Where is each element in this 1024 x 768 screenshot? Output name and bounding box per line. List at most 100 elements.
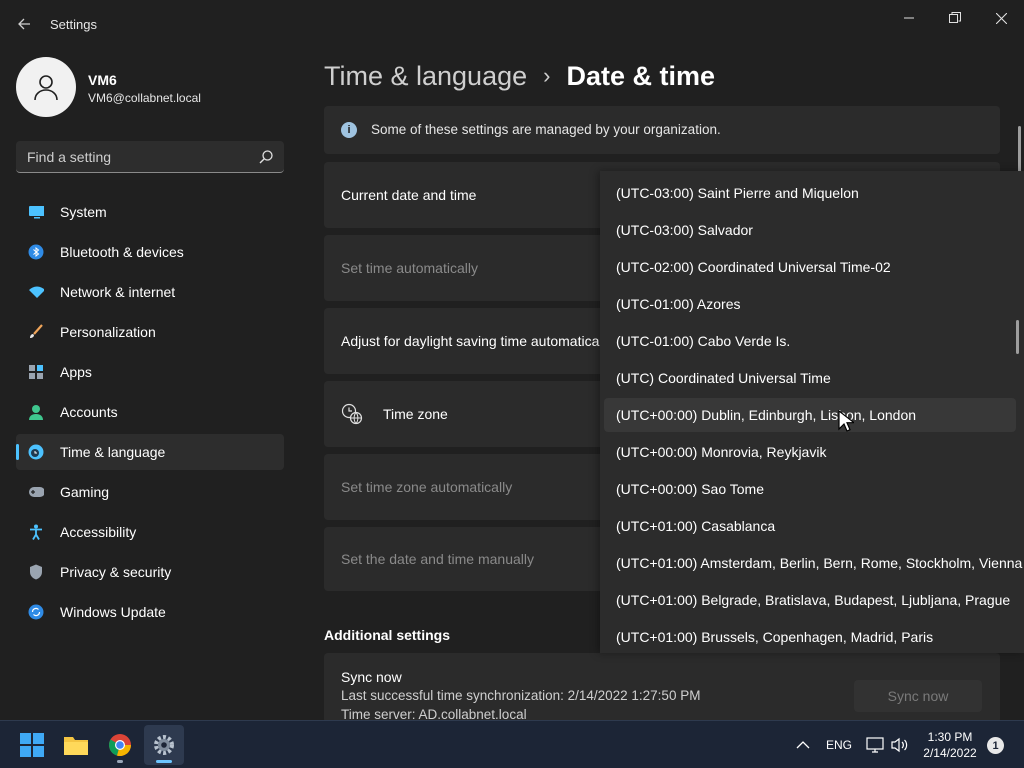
sidebar-item-network[interactable]: Network & internet (16, 274, 284, 310)
search-input[interactable] (16, 141, 252, 172)
clock-time: 1:30 PM (927, 730, 973, 744)
restore-icon (949, 12, 961, 23)
additional-settings-heading: Additional settings (324, 627, 450, 643)
time-zone-label: Time zone (383, 406, 448, 422)
input-language-indicator[interactable]: ENG (826, 738, 852, 752)
set-time-zone-automatically-label: Set time zone automatically (341, 479, 513, 495)
app-title: Settings (50, 17, 97, 32)
accessibility-icon (28, 524, 44, 540)
search-box[interactable] (16, 141, 284, 173)
bluetooth-icon (28, 244, 44, 260)
sidebar-item-gaming[interactable]: Gaming (16, 474, 284, 510)
time-zone-option-hovered[interactable]: (UTC+00:00) Dublin, Edinburgh, Lisbon, L… (604, 398, 1016, 432)
daylight-saving-label: Adjust for daylight saving time automati… (341, 333, 613, 349)
sidebar-item-label: Network & internet (60, 284, 176, 300)
sidebar-item-label: Accessibility (60, 524, 137, 540)
minimize-icon (904, 17, 914, 19)
managed-info-bar: i Some of these settings are managed by … (324, 106, 1000, 154)
sidebar-item-label: Apps (60, 364, 92, 380)
time-zone-option[interactable]: (UTC+00:00) Monrovia, Reykjavik (604, 435, 1016, 469)
time-zone-option[interactable]: (UTC-03:00) Salvador (604, 213, 1016, 247)
settings-icon (154, 735, 174, 755)
taskbar: ENG 1:30 PM 2/14/2022 1 (0, 720, 1024, 768)
time-zone-option[interactable]: (UTC-02:00) Coordinated Universal Time-0… (604, 250, 1016, 284)
user-email: VM6@collabnet.local (88, 91, 201, 105)
chevron-up-icon (796, 741, 810, 749)
sidebar-item-system[interactable]: System (16, 194, 284, 230)
minimize-button[interactable] (886, 4, 932, 32)
file-explorer-icon (64, 737, 88, 755)
time-zone-option[interactable]: (UTC-01:00) Azores (604, 287, 1016, 321)
sidebar-item-label: Personalization (60, 324, 156, 340)
clock-date: 2/14/2022 (923, 746, 977, 760)
update-icon (28, 604, 44, 620)
sync-now-title: Sync now (341, 669, 402, 685)
sidebar-item-accessibility[interactable]: Accessibility (16, 514, 284, 550)
system-icon (28, 204, 44, 220)
time-zone-icon (341, 403, 363, 425)
sidebar-item-privacy[interactable]: Privacy & security (16, 554, 284, 590)
user-name: VM6 (88, 72, 117, 88)
breadcrumb-parent[interactable]: Time & language (324, 61, 527, 92)
maximize-button[interactable] (932, 4, 978, 32)
sync-now-button[interactable]: Sync now (854, 680, 982, 712)
time-zone-option[interactable]: (UTC-03:00) Saint Pierre and Miquelon (604, 176, 1016, 210)
accounts-icon (28, 404, 44, 420)
managed-info-text: Some of these settings are managed by yo… (371, 122, 721, 137)
settings-button[interactable] (144, 725, 184, 765)
time-zone-dropdown-list[interactable]: (UTC-03:00) Saint Pierre and Miquelon (U… (600, 171, 1024, 653)
time-language-icon (28, 444, 44, 460)
sync-now-card: Sync now Last successful time synchroniz… (324, 653, 1000, 723)
time-zone-option[interactable]: (UTC+01:00) Brussels, Copenhagen, Madrid… (604, 620, 1016, 653)
time-zone-option[interactable]: (UTC-01:00) Cabo Verde Is. (604, 324, 1016, 358)
notification-badge[interactable]: 1 (987, 737, 1004, 754)
speaker-icon (891, 737, 908, 753)
main-scrollbar[interactable] (1018, 126, 1021, 172)
sidebar-item-label: Privacy & security (60, 564, 172, 580)
clock[interactable]: 1:30 PM 2/14/2022 (916, 729, 984, 761)
time-zone-option[interactable]: (UTC+01:00) Casablanca (604, 509, 1016, 543)
sidebar-item-label: Gaming (60, 484, 110, 500)
sidebar-item-bluetooth[interactable]: Bluetooth & devices (16, 234, 284, 270)
sidebar-item-label: Time & language (60, 444, 166, 460)
sidebar-nav: System Bluetooth & devices Network & int… (16, 194, 284, 634)
set-date-time-manually-label: Set the date and time manually (341, 551, 535, 567)
file-explorer-button[interactable] (56, 725, 96, 765)
wifi-icon (28, 284, 44, 300)
breadcrumb-separator: › (543, 63, 551, 88)
sidebar-item-accounts[interactable]: Accounts (16, 394, 284, 430)
search-icon[interactable] (258, 149, 274, 165)
apps-icon (28, 364, 44, 380)
time-zone-option[interactable]: (UTC+01:00) Amsterdam, Berlin, Bern, Rom… (604, 546, 1022, 580)
sidebar-item-personalization[interactable]: Personalization (16, 314, 284, 350)
chrome-button[interactable] (100, 725, 140, 765)
back-arrow-icon (18, 18, 30, 30)
avatar[interactable] (16, 57, 76, 117)
user-icon (34, 75, 58, 101)
network-monitor-icon (866, 737, 884, 753)
page-title: Date & time (566, 60, 715, 91)
shield-icon (28, 564, 44, 580)
volume-button[interactable] (890, 735, 910, 755)
close-button[interactable] (978, 4, 1024, 32)
sidebar-item-windows-update[interactable]: Windows Update (16, 594, 284, 630)
time-zone-option[interactable]: (UTC) Coordinated Universal Time (604, 361, 1016, 395)
sidebar-item-apps[interactable]: Apps (16, 354, 284, 390)
start-button[interactable] (12, 725, 52, 765)
set-time-automatically-label: Set time automatically (341, 260, 478, 276)
sidebar-item-label: Accounts (60, 404, 118, 420)
chrome-icon (109, 734, 132, 757)
sidebar-item-time-language[interactable]: Time & language (16, 434, 284, 470)
brush-icon (28, 324, 44, 340)
time-zone-option[interactable]: (UTC+01:00) Belgrade, Bratislava, Budape… (604, 583, 1016, 617)
mouse-cursor-icon (838, 410, 854, 432)
sidebar-item-label: Bluetooth & devices (60, 244, 184, 260)
breadcrumb: Time & language › Date & time (324, 56, 715, 96)
network-button[interactable] (865, 735, 885, 755)
show-hidden-icons-button[interactable] (793, 735, 813, 755)
info-icon: i (341, 122, 357, 138)
back-button[interactable] (12, 12, 36, 36)
time-zone-option[interactable]: (UTC+00:00) Sao Tome (604, 472, 1016, 506)
gamepad-icon (28, 484, 44, 500)
dropdown-scrollbar[interactable] (1016, 320, 1019, 354)
